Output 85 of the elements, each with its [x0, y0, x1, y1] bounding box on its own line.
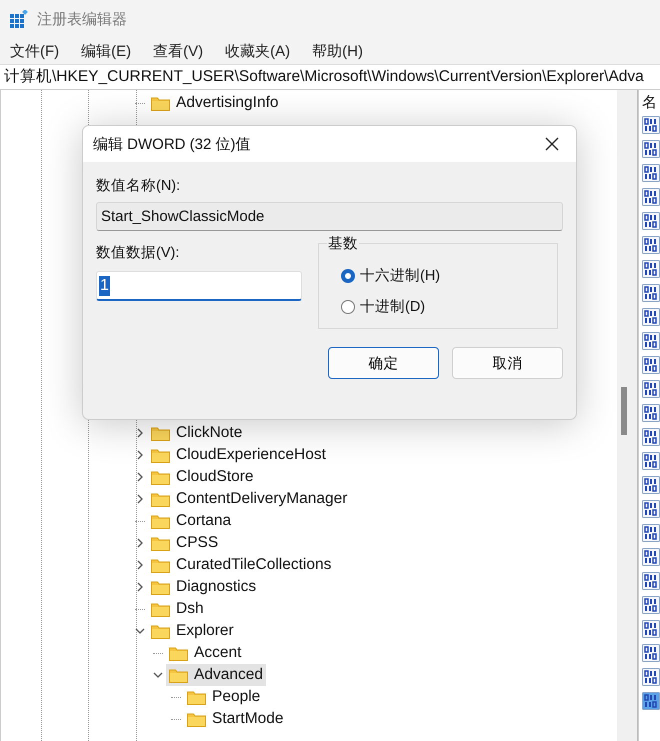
binary-value-icon[interactable] [642, 476, 660, 494]
tree-item[interactable]: People [184, 686, 264, 708]
binary-value-icon[interactable] [642, 644, 660, 662]
binary-value-icon[interactable] [642, 164, 660, 182]
address-bar[interactable]: 计算机\HKEY_CURRENT_USER\Software\Microsoft\Windows\CurrentVersion\Explorer\Adva [0, 64, 660, 90]
tree-item[interactable]: Explorer [148, 620, 237, 642]
radio-option[interactable]: 十进制(D) [341, 297, 557, 316]
tree-item[interactable]: CloudStore [148, 466, 257, 488]
binary-value-icon[interactable] [642, 308, 660, 326]
folder-icon [169, 645, 188, 661]
folder-icon [151, 535, 170, 551]
folder-icon [151, 95, 170, 111]
binary-value-icon[interactable] [642, 668, 660, 686]
collapsed-chevron-icon [135, 560, 145, 570]
tree-item[interactable]: Diagnostics [148, 576, 260, 598]
tree-item[interactable]: Cortana [148, 510, 234, 532]
cancel-button[interactable]: 取消 [452, 347, 563, 379]
folder-icon [151, 469, 170, 485]
binary-value-icon[interactable] [642, 524, 660, 542]
menu-item[interactable]: 帮助(H) [312, 42, 363, 60]
expanded-chevron-icon [153, 670, 163, 680]
binary-value-icon[interactable] [642, 428, 660, 446]
collapsed-chevron-icon [135, 494, 145, 504]
binary-value-icon[interactable] [642, 236, 660, 254]
folder-icon [151, 491, 170, 507]
tree-item[interactable]: Accent [166, 642, 244, 664]
binary-value-icon[interactable] [642, 356, 660, 374]
binary-value-icon[interactable] [642, 596, 660, 614]
menu-item[interactable]: 收藏夹(A) [225, 42, 290, 60]
close-icon [545, 137, 559, 151]
radio-option[interactable]: 十六进制(H) [341, 266, 557, 285]
tree-item[interactable]: Advanced [166, 664, 266, 686]
collapsed-chevron-icon [135, 582, 145, 592]
folder-icon [151, 513, 170, 529]
menu-item[interactable]: 编辑(E) [81, 42, 132, 60]
column-header[interactable]: 名 [642, 90, 657, 110]
field-label: 数值名称(N): [96, 177, 182, 196]
binary-value-icon[interactable] [642, 500, 660, 518]
folder-icon [187, 689, 206, 705]
folder-icon [151, 601, 170, 617]
collapsed-chevron-icon [135, 450, 145, 460]
tree-item[interactable]: ContentDeliveryManager [148, 488, 350, 510]
binary-value-icon[interactable] [642, 212, 660, 230]
ok-button[interactable]: 确定 [328, 347, 439, 379]
tree-item[interactable]: CPSS [148, 532, 222, 554]
folder-icon [151, 425, 170, 441]
collapsed-chevron-icon [135, 472, 145, 482]
tree-item[interactable]: CuratedTileCollections [148, 554, 334, 576]
tree-item[interactable]: Dsh [148, 598, 207, 620]
collapsed-chevron-icon [135, 428, 145, 438]
binary-value-icon[interactable] [642, 572, 660, 590]
field-label: 数值数据(V): [96, 244, 180, 263]
tree-item[interactable]: ClickNote [148, 422, 246, 444]
folder-icon [151, 579, 170, 595]
binary-value-icon[interactable] [642, 620, 660, 638]
tree-item[interactable]: CloudExperienceHost [148, 444, 329, 466]
folder-icon [187, 711, 206, 727]
binary-value-icon[interactable] [642, 404, 660, 422]
value-name-field[interactable]: Start_ShowClassicMode [96, 202, 563, 231]
binary-value-icon[interactable] [642, 188, 660, 206]
folder-icon [151, 447, 170, 463]
folder-icon [169, 667, 188, 683]
value-data-field[interactable]: 1 [96, 271, 302, 301]
binary-value-icon[interactable] [642, 548, 660, 566]
binary-value-icon[interactable] [642, 692, 660, 710]
binary-value-icon[interactable] [642, 380, 660, 398]
menu-item[interactable]: 查看(V) [153, 42, 204, 60]
scrollbar-thumb[interactable] [621, 387, 627, 435]
binary-value-icon[interactable] [642, 452, 660, 470]
collapsed-chevron-icon [135, 538, 145, 548]
folder-icon [151, 557, 170, 573]
expanded-chevron-icon [135, 626, 145, 636]
binary-value-icon[interactable] [642, 260, 660, 278]
binary-value-icon[interactable] [642, 140, 660, 158]
folder-icon [151, 623, 170, 639]
tree-item[interactable]: StartMode [184, 708, 287, 730]
window-title: 注册表编辑器 [37, 10, 127, 28]
app-icon [10, 10, 28, 28]
menu-item[interactable]: 文件(F) [10, 42, 60, 60]
binary-value-icon[interactable] [642, 332, 660, 350]
dialog-title: 编辑 DWORD (32 位)值 [93, 134, 250, 154]
group-label: 基数 [327, 234, 359, 253]
binary-value-icon[interactable] [642, 284, 660, 302]
tree-item[interactable]: AdvertisingInfo [148, 92, 282, 114]
binary-value-icon[interactable] [642, 116, 660, 134]
